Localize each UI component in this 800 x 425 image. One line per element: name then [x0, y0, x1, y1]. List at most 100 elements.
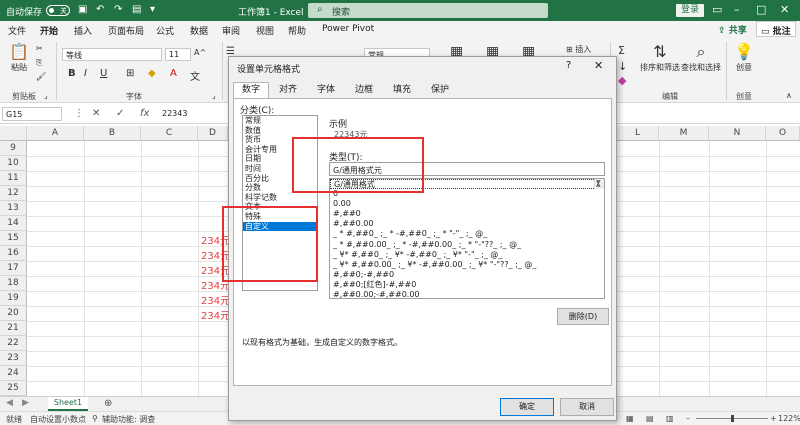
zoom-in-icon[interactable]: +: [770, 414, 777, 423]
cut-icon[interactable]: ✂: [36, 44, 43, 53]
row-header[interactable]: 25: [0, 381, 27, 396]
autosum-icon[interactable]: Σ: [618, 44, 625, 57]
fill-color-icon[interactable]: ◆: [148, 68, 156, 79]
format-code-item[interactable]: #,##0: [330, 209, 604, 219]
page-break-view-icon[interactable]: ▥: [666, 414, 674, 423]
tab-formulas[interactable]: 公式: [156, 24, 174, 37]
row-header[interactable]: 15: [0, 231, 27, 246]
undo-icon[interactable]: ↶: [96, 4, 104, 15]
underline-button[interactable]: U: [100, 68, 107, 79]
cancel-entry-icon[interactable]: ✕: [92, 108, 100, 119]
borders-icon[interactable]: ⊞: [126, 68, 134, 79]
print-preview-icon[interactable]: ▤: [132, 4, 141, 15]
row-header[interactable]: 13: [0, 201, 27, 216]
dialog-tab-fill[interactable]: 填充: [385, 82, 419, 98]
cell-value[interactable]: 234元: [201, 292, 230, 307]
row-header[interactable]: 17: [0, 261, 27, 276]
format-code-item[interactable]: 0.00: [330, 199, 604, 209]
format-list-scrollbar[interactable]: ▲ ▼: [594, 179, 604, 190]
dialog-tab-border[interactable]: 边框: [347, 82, 381, 98]
column-header[interactable]: C: [141, 126, 198, 141]
cancel-button[interactable]: 取消: [560, 398, 614, 416]
row-header[interactable]: 10: [0, 156, 27, 171]
ribbon-display-icon[interactable]: ▭: [712, 3, 722, 16]
row-header[interactable]: 14: [0, 216, 27, 231]
tab-insert[interactable]: 插入: [74, 24, 92, 37]
add-sheet-icon[interactable]: ⊕: [104, 398, 112, 409]
name-box[interactable]: G15: [2, 107, 62, 121]
sheet-tab[interactable]: Sheet1: [48, 397, 88, 411]
dialog-help-button[interactable]: ?: [566, 60, 571, 71]
prev-sheet-icon[interactable]: ◀: [6, 398, 13, 408]
fill-icon[interactable]: ↓: [618, 60, 627, 73]
clear-icon[interactable]: ◆: [618, 74, 626, 87]
tab-data[interactable]: 数据: [190, 24, 208, 37]
row-header[interactable]: 18: [0, 276, 27, 291]
find-select-button[interactable]: ⌕ 查找和选择: [680, 42, 722, 73]
font-size-select[interactable]: 11: [165, 48, 191, 61]
format-painter-icon[interactable]: 🖌: [36, 72, 46, 81]
search-box[interactable]: ⌕ 搜索: [308, 3, 548, 18]
ok-button[interactable]: 确定: [500, 398, 554, 416]
share-button[interactable]: ⇪ 共享: [718, 23, 747, 36]
cell-value[interactable]: 234元: [201, 307, 230, 322]
format-code-item[interactable]: #,##0;-#,##0: [330, 270, 604, 280]
dialog-tab-number[interactable]: 数字: [233, 82, 269, 99]
sort-filter-button[interactable]: ⇅ 排序和筛选: [640, 42, 680, 73]
category-item[interactable]: 常规: [243, 116, 317, 126]
comments-button[interactable]: ▭ 批注: [756, 21, 796, 37]
clipboard-launcher-icon[interactable]: ⌟: [44, 91, 48, 100]
tab-view[interactable]: 视图: [256, 24, 274, 37]
tab-home[interactable]: 开始: [40, 24, 59, 41]
confirm-entry-icon[interactable]: ✓: [116, 108, 124, 119]
status-accessibility[interactable]: 辅助功能: 调查: [102, 414, 155, 425]
column-header[interactable]: N: [709, 126, 766, 141]
format-code-item[interactable]: _ ¥* #,##0_ ;_ ¥* -#,##0_ ;_ ¥* "-"_ ;_ …: [330, 250, 604, 260]
row-header[interactable]: 9: [0, 141, 27, 156]
column-header[interactable]: L: [617, 126, 659, 141]
grow-font-icon[interactable]: A^: [194, 48, 206, 57]
category-item[interactable]: 数值: [243, 126, 317, 136]
row-header[interactable]: 22: [0, 336, 27, 351]
customize-qat-icon[interactable]: ▾: [150, 4, 155, 15]
dialog-tab-font[interactable]: 字体: [309, 82, 343, 98]
scroll-down-icon[interactable]: ▼: [596, 179, 601, 188]
italic-button[interactable]: I: [84, 68, 87, 79]
format-code-item[interactable]: _ * #,##0.00_ ;_ * -#,##0.00_ ;_ * "-"??…: [330, 240, 604, 250]
dialog-tab-protection[interactable]: 保护: [423, 82, 457, 98]
copy-icon[interactable]: ⎘: [36, 58, 42, 68]
format-code-item[interactable]: _ * #,##0_ ;_ * -#,##0_ ;_ * "-"_ ;_ @_: [330, 229, 604, 239]
format-code-list[interactable]: G/通用格式 0 0.00 #,##0 #,##0.00 _ * #,##0_ …: [329, 178, 605, 299]
redo-icon[interactable]: ↷: [114, 4, 122, 15]
dialog-close-icon[interactable]: ✕: [594, 59, 603, 72]
tab-review[interactable]: 审阅: [222, 24, 240, 37]
font-color-icon[interactable]: A: [170, 68, 177, 79]
column-header[interactable]: B: [84, 126, 141, 141]
font-launcher-icon[interactable]: ⌟: [212, 91, 216, 100]
zoom-slider-thumb[interactable]: [731, 415, 734, 422]
row-header[interactable]: 24: [0, 366, 27, 381]
tab-page-layout[interactable]: 页面布局: [108, 24, 144, 37]
format-code-item[interactable]: #,##0;[红色]-#,##0: [330, 280, 604, 290]
category-item[interactable]: 科学记数: [243, 193, 317, 203]
zoom-level[interactable]: 122%: [778, 414, 800, 423]
dialog-tab-alignment[interactable]: 对齐: [271, 82, 305, 98]
insert-cells-button[interactable]: ⊞ 插入: [566, 44, 591, 55]
tab-power-pivot[interactable]: Power Pivot: [322, 24, 374, 34]
row-header[interactable]: 20: [0, 306, 27, 321]
formula-input[interactable]: 22343: [162, 109, 187, 118]
minimize-icon[interactable]: –: [734, 3, 740, 16]
format-code-item[interactable]: #,##0.00;-#,##0.00: [330, 290, 604, 298]
tab-file[interactable]: 文件: [8, 24, 26, 37]
next-sheet-icon[interactable]: ▶: [22, 398, 29, 408]
insert-function-icon[interactable]: fx: [140, 108, 149, 119]
phonetic-icon[interactable]: 文: [190, 68, 200, 83]
row-header[interactable]: 16: [0, 246, 27, 261]
row-header[interactable]: 12: [0, 186, 27, 201]
close-icon[interactable]: ✕: [780, 3, 789, 16]
column-header[interactable]: O: [766, 126, 800, 141]
select-all-corner[interactable]: [0, 126, 27, 141]
font-name-select[interactable]: 等线: [62, 48, 162, 61]
delete-format-button[interactable]: 删除(D): [557, 308, 609, 325]
zoom-out-icon[interactable]: –: [686, 414, 690, 423]
